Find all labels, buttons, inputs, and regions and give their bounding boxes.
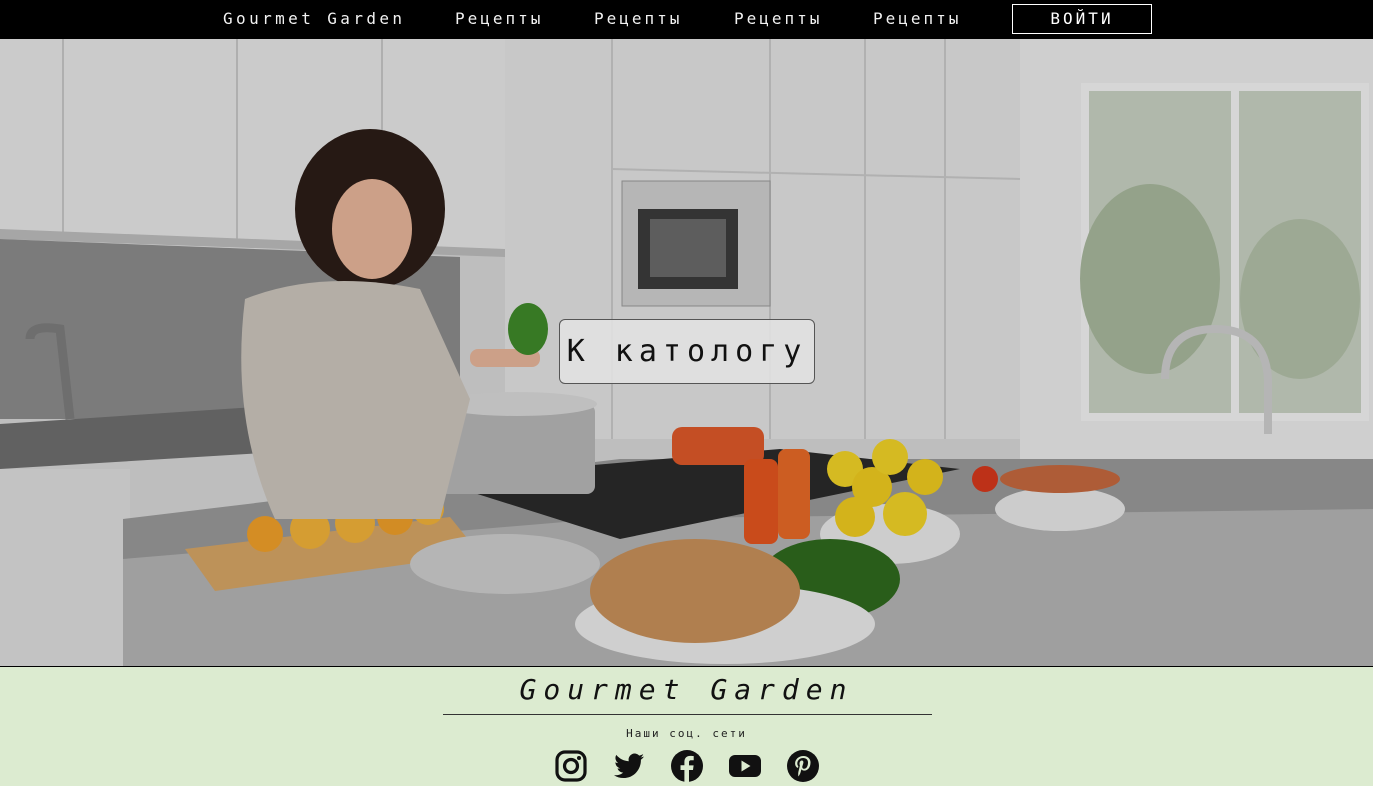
twitter-icon[interactable] <box>612 749 646 783</box>
youtube-icon[interactable] <box>728 749 762 783</box>
nav-link-recipes-2[interactable]: Рецепты <box>594 9 682 28</box>
footer-divider <box>443 714 932 715</box>
facebook-icon[interactable] <box>670 749 704 783</box>
social-label: Наши соц. сети <box>626 727 747 740</box>
brand-link[interactable]: Gourmet Garden <box>223 9 405 28</box>
nav-link-recipes-1[interactable]: Рецепты <box>455 9 543 28</box>
hero-section: К катологу <box>0 39 1373 666</box>
login-button[interactable]: ВОЙТИ <box>1012 4 1152 34</box>
footer: Gourmet Garden Наши соц. сети <box>0 666 1373 786</box>
nav-link-recipes-4[interactable]: Рецепты <box>873 9 961 28</box>
instagram-icon[interactable] <box>554 749 588 783</box>
catalog-button[interactable]: К катологу <box>559 319 815 384</box>
nav-link-recipes-3[interactable]: Рецепты <box>734 9 822 28</box>
pinterest-icon[interactable] <box>786 749 820 783</box>
top-navbar: Gourmet Garden Рецепты Рецепты Рецепты Р… <box>0 0 1373 39</box>
footer-brand-title: Gourmet Garden <box>519 673 854 706</box>
